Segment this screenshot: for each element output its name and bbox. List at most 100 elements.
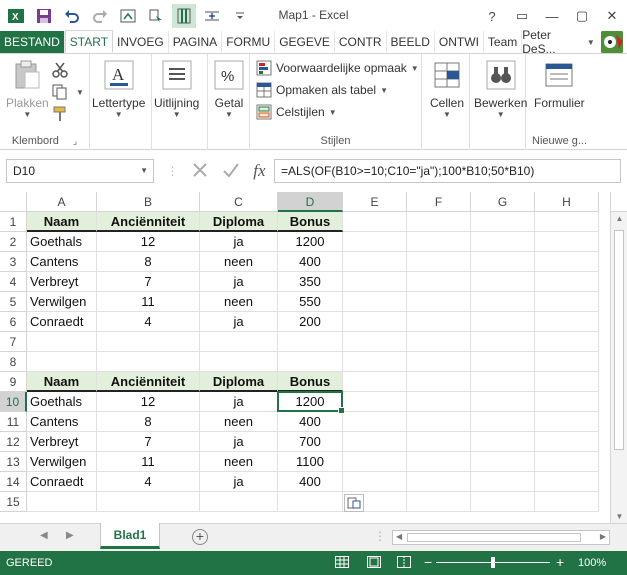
table-header-cell[interactable]: Diploma bbox=[200, 372, 278, 392]
cell-a14[interactable]: Conraedt bbox=[27, 472, 97, 492]
cell-c4[interactable]: ja bbox=[200, 272, 278, 292]
zoom-in-button[interactable]: + bbox=[556, 554, 564, 570]
add-sheet-icon[interactable]: + bbox=[192, 529, 208, 545]
cell-f13[interactable] bbox=[407, 452, 471, 472]
tab-page-layout[interactable]: PAGINA bbox=[169, 31, 223, 53]
tab-view[interactable]: BEELD bbox=[387, 31, 435, 53]
cell-b13[interactable]: 11 bbox=[97, 452, 200, 472]
tab-developer[interactable]: ONTWI bbox=[435, 31, 484, 53]
cell-h3[interactable] bbox=[535, 252, 599, 272]
zoom-out-button[interactable]: − bbox=[424, 554, 432, 570]
paste-options-button[interactable] bbox=[344, 494, 364, 512]
close-button[interactable]: ✕ bbox=[597, 8, 627, 24]
horizontal-scrollbar[interactable]: ◀ ▶ bbox=[392, 530, 610, 545]
macro-icon[interactable] bbox=[144, 4, 168, 28]
scroll-left-icon[interactable]: ◀ bbox=[396, 532, 402, 541]
worksheet-grid[interactable]: A B C D E F G H 1 2 3 4 5 6 7 8 9 10 11 12 13 14 15 Naam Anciënn… bbox=[0, 192, 627, 523]
undo-icon[interactable] bbox=[60, 4, 84, 28]
select-all-corner[interactable] bbox=[0, 192, 27, 212]
cell-g7[interactable] bbox=[471, 332, 535, 352]
cells-button[interactable]: Cellen ▼ bbox=[430, 60, 464, 119]
cell-b10[interactable]: 12 bbox=[97, 392, 200, 412]
row-header-15[interactable]: 15 bbox=[0, 492, 27, 512]
tab-formulas[interactable]: FORMU bbox=[222, 31, 276, 53]
cell-g15[interactable] bbox=[471, 492, 535, 512]
cell-h14[interactable] bbox=[535, 472, 599, 492]
column-header-e[interactable]: E bbox=[343, 192, 407, 212]
cell-h10[interactable] bbox=[535, 392, 599, 412]
cell-h6[interactable] bbox=[535, 312, 599, 332]
row-header-11[interactable]: 11 bbox=[0, 412, 27, 432]
cell-a13[interactable]: Verwilgen bbox=[27, 452, 97, 472]
cell-f11[interactable] bbox=[407, 412, 471, 432]
page-layout-view-icon[interactable] bbox=[366, 555, 382, 569]
cell-g3[interactable] bbox=[471, 252, 535, 272]
row-header-8[interactable]: 8 bbox=[0, 352, 27, 372]
cell-d13[interactable]: 1100 bbox=[278, 452, 343, 472]
tab-splitter-icon[interactable]: ⋮ bbox=[374, 529, 386, 543]
cell-e10[interactable] bbox=[343, 392, 407, 412]
cell-d6[interactable]: 200 bbox=[278, 312, 343, 332]
cell-g14[interactable] bbox=[471, 472, 535, 492]
row-header-2[interactable]: 2 bbox=[0, 232, 27, 252]
row-header-1[interactable]: 1 bbox=[0, 212, 27, 232]
cell-e6[interactable] bbox=[343, 312, 407, 332]
cell-a5[interactable]: Verwilgen bbox=[27, 292, 97, 312]
table-header-cell[interactable]: Bonus bbox=[278, 372, 343, 392]
column-header-g[interactable]: G bbox=[471, 192, 535, 212]
cell-a3[interactable]: Cantens bbox=[27, 252, 97, 272]
cell-f7[interactable] bbox=[407, 332, 471, 352]
row-header-13[interactable]: 13 bbox=[0, 452, 27, 472]
cell-f6[interactable] bbox=[407, 312, 471, 332]
cell-a6[interactable]: Conraedt bbox=[27, 312, 97, 332]
cell-e3[interactable] bbox=[343, 252, 407, 272]
cell-a12[interactable]: Verbreyt bbox=[27, 432, 97, 452]
cell-f12[interactable] bbox=[407, 432, 471, 452]
cell-e13[interactable] bbox=[343, 452, 407, 472]
cell-c14[interactable]: ja bbox=[200, 472, 278, 492]
cell-e4[interactable] bbox=[343, 272, 407, 292]
cell-f5[interactable] bbox=[407, 292, 471, 312]
cell-g2[interactable] bbox=[471, 232, 535, 252]
cell-g11[interactable] bbox=[471, 412, 535, 432]
cell-d11[interactable]: 400 bbox=[278, 412, 343, 432]
prev-sheet-icon[interactable]: ◀ bbox=[40, 530, 48, 541]
tab-team[interactable]: Team bbox=[484, 31, 523, 53]
cell-h4[interactable] bbox=[535, 272, 599, 292]
cell-c5[interactable]: neen bbox=[200, 292, 278, 312]
cell-g1[interactable] bbox=[471, 212, 535, 232]
cell-b3[interactable]: 8 bbox=[97, 252, 200, 272]
cell-b5[interactable]: 11 bbox=[97, 292, 200, 312]
tab-insert[interactable]: INVOEG bbox=[113, 31, 169, 53]
table-header-cell[interactable]: Anciënniteit bbox=[97, 372, 200, 392]
cell-g4[interactable] bbox=[471, 272, 535, 292]
row-header-12[interactable]: 12 bbox=[0, 432, 27, 452]
cell-f9[interactable] bbox=[407, 372, 471, 392]
format-as-table-button[interactable]: Opmaken als tabel ▼ bbox=[256, 80, 388, 100]
cell-d4[interactable]: 350 bbox=[278, 272, 343, 292]
cell-d12[interactable]: 700 bbox=[278, 432, 343, 452]
scroll-up-icon[interactable]: ▲ bbox=[611, 214, 627, 223]
cell-d14[interactable]: 400 bbox=[278, 472, 343, 492]
column-header-a[interactable]: A bbox=[27, 192, 97, 212]
page-break-view-icon[interactable] bbox=[396, 555, 412, 569]
cell-f4[interactable] bbox=[407, 272, 471, 292]
cell-b4[interactable]: 7 bbox=[97, 272, 200, 292]
cell-f3[interactable] bbox=[407, 252, 471, 272]
normal-view-icon[interactable] bbox=[334, 555, 350, 569]
cell-d2[interactable]: 1200 bbox=[278, 232, 343, 252]
cell-e8[interactable] bbox=[343, 352, 407, 372]
cell-h1[interactable] bbox=[535, 212, 599, 232]
column-header-d[interactable]: D bbox=[278, 192, 343, 212]
cell-d15[interactable] bbox=[278, 492, 343, 512]
conditional-formatting-button[interactable]: Voorwaardelijke opmaak ▼ bbox=[256, 58, 419, 78]
row-header-9[interactable]: 9 bbox=[0, 372, 27, 392]
cell-g9[interactable] bbox=[471, 372, 535, 392]
sheet-tab[interactable]: Blad1 bbox=[100, 523, 160, 549]
zoom-level[interactable]: 100% bbox=[578, 557, 606, 569]
table-header-cell[interactable]: Bonus bbox=[278, 212, 343, 232]
enter-icon[interactable] bbox=[222, 161, 240, 182]
maximize-button[interactable]: ▢ bbox=[567, 8, 597, 24]
cell-e11[interactable] bbox=[343, 412, 407, 432]
row-header-3[interactable]: 3 bbox=[0, 252, 27, 272]
